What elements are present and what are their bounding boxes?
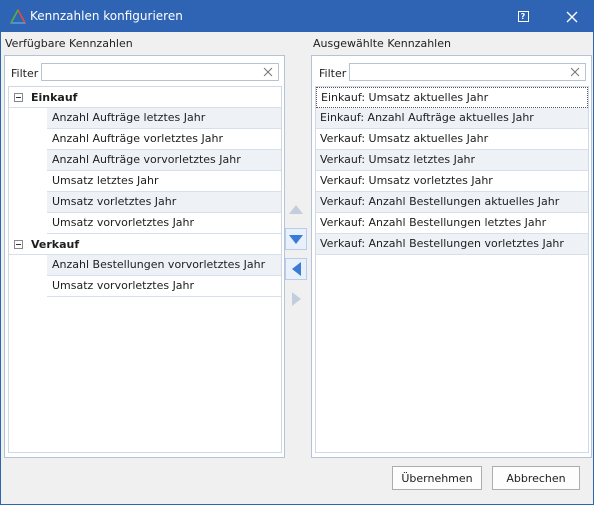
tree-item[interactable]: Umsatz vorvorletztes Jahr	[47, 276, 281, 297]
selected-item-label: Verkauf: Anzahl Bestellungen letztes Jah…	[320, 216, 547, 229]
tree-item-label: Umsatz vorvorletztes Jahr	[52, 216, 195, 229]
close-icon	[566, 11, 578, 22]
available-heading: Verfügbare Kennzahlen	[5, 37, 133, 50]
selected-item[interactable]: Verkauf: Anzahl Bestellungen aktuelles J…	[316, 192, 588, 213]
selected-item-label: Verkauf: Umsatz aktuelles Jahr	[320, 132, 489, 145]
selected-item[interactable]: Verkauf: Umsatz vorletztes Jahr	[316, 171, 588, 192]
tree-item[interactable]: Umsatz letztes Jahr	[47, 171, 281, 192]
help-button[interactable]: ?	[509, 1, 537, 32]
tree-item-label: Umsatz vorletztes Jahr	[52, 195, 177, 208]
move-right-button[interactable]	[285, 288, 307, 310]
chart-triangle-icon	[10, 9, 26, 24]
selected-item[interactable]: Einkauf: Umsatz aktuelles Jahr	[316, 87, 588, 108]
tree-group-einkauf[interactable]: Einkauf	[9, 87, 281, 108]
tree-item-label: Umsatz letztes Jahr	[52, 174, 159, 187]
arrow-right-icon	[291, 292, 301, 306]
selected-item[interactable]: Verkauf: Umsatz aktuelles Jahr	[316, 129, 588, 150]
cancel-button[interactable]: Abbrechen	[492, 466, 580, 490]
arrow-down-icon	[289, 234, 303, 244]
selected-item[interactable]: Verkauf: Umsatz letztes Jahr	[316, 150, 588, 171]
selected-list[interactable]: Einkauf: Umsatz aktuelles Jahr Einkauf: A…	[315, 86, 589, 453]
available-tree[interactable]: Einkauf Anzahl Aufträge letztes Jahr Anzah…	[8, 86, 282, 453]
close-button[interactable]	[553, 1, 591, 32]
arrow-left-icon	[291, 262, 301, 276]
tree-item[interactable]: Anzahl Bestellungen vorvorletztes Jahr	[47, 255, 281, 276]
clear-filter-icon[interactable]	[569, 66, 581, 78]
available-panel: Filter Einkauf Anzahl Aufträge letztes Ja…	[4, 55, 285, 458]
left-filter-label: Filter	[11, 67, 39, 80]
selected-item[interactable]: Verkauf: Anzahl Bestellungen vorletztes …	[316, 234, 588, 255]
clear-filter-icon[interactable]	[262, 66, 274, 78]
tree-item-label: Umsatz vorvorletztes Jahr	[52, 279, 195, 292]
window-title: Kennzahlen konfigurieren	[30, 9, 183, 23]
selected-item-label: Einkauf: Anzahl Aufträge aktuelles Jahr	[320, 111, 534, 124]
move-up-button[interactable]	[285, 198, 307, 220]
tree-item-label: Anzahl Bestellungen vorvorletztes Jahr	[52, 258, 266, 271]
selected-item[interactable]: Verkauf: Anzahl Bestellungen letztes Jah…	[316, 213, 588, 234]
selected-panel: Filter Einkauf: Umsatz aktuelles Jahr Ein…	[311, 55, 592, 458]
tree-group-label: Verkauf	[31, 238, 80, 251]
help-icon: ?	[517, 11, 529, 22]
selected-heading: Ausgewählte Kennzahlen	[313, 37, 451, 50]
tree-group-label: Einkauf	[31, 91, 78, 104]
selected-item-label: Verkauf: Umsatz vorletztes Jahr	[320, 174, 493, 187]
selected-item-label: Einkauf: Umsatz aktuelles Jahr	[321, 91, 489, 104]
selected-item[interactable]: Einkauf: Anzahl Aufträge aktuelles Jahr	[316, 108, 588, 129]
tree-item-label: Anzahl Aufträge letztes Jahr	[52, 111, 206, 124]
tree-group-verkauf[interactable]: Verkauf	[9, 234, 281, 255]
move-down-button[interactable]	[285, 228, 307, 250]
arrow-up-icon	[289, 204, 303, 214]
tree-item-label: Anzahl Aufträge vorvorletztes Jahr	[52, 153, 241, 166]
move-left-button[interactable]	[285, 258, 307, 280]
tree-item[interactable]: Anzahl Aufträge vorletztes Jahr	[47, 129, 281, 150]
tree-item-label: Anzahl Aufträge vorletztes Jahr	[52, 132, 223, 145]
right-filter-label: Filter	[319, 67, 347, 80]
collapse-icon[interactable]	[14, 93, 23, 102]
title-bar[interactable]: Kennzahlen konfigurieren ?	[1, 1, 593, 32]
selected-item-label: Verkauf: Anzahl Bestellungen aktuelles J…	[320, 195, 560, 208]
tree-item[interactable]: Anzahl Aufträge letztes Jahr	[47, 108, 281, 129]
left-filter-input[interactable]	[41, 63, 279, 81]
dialog-window: Kennzahlen konfigurieren ? Verfügbare Ke…	[0, 0, 594, 505]
right-filter-input[interactable]	[349, 63, 586, 81]
apply-button[interactable]: Übernehmen	[392, 466, 482, 490]
tree-item[interactable]: Umsatz vorvorletztes Jahr	[47, 213, 281, 234]
selected-item-label: Verkauf: Umsatz letztes Jahr	[320, 153, 476, 166]
tree-item[interactable]: Anzahl Aufträge vorvorletztes Jahr	[47, 150, 281, 171]
selected-item-label: Verkauf: Anzahl Bestellungen vorletztes …	[320, 237, 564, 250]
tree-item[interactable]: Umsatz vorletztes Jahr	[47, 192, 281, 213]
collapse-icon[interactable]	[14, 240, 23, 249]
